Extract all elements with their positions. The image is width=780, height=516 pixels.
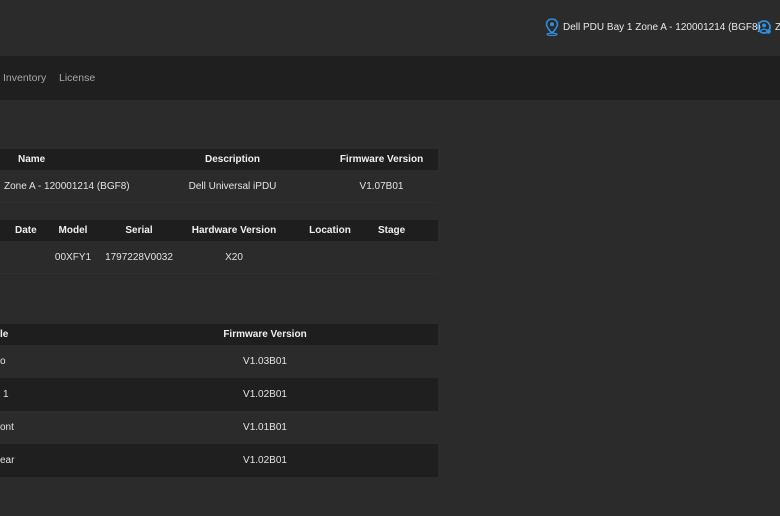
column-header-firmware-version[interactable]: Firmware Version	[325, 149, 438, 170]
module-name-cell: o	[0, 356, 6, 367]
user-settings-icon	[757, 20, 771, 34]
table-row[interactable]: 00XFY1 1797228V0032 X20	[0, 241, 438, 274]
stage-cell	[372, 241, 438, 274]
nav-item-license[interactable]: License	[59, 72, 95, 84]
table-row[interactable]: ear V1.02B01	[0, 444, 438, 477]
location-cell	[288, 241, 372, 274]
column-header-location[interactable]: Location	[288, 220, 372, 241]
column-header-hardware-version[interactable]: Hardware Version	[180, 220, 288, 241]
column-header-firmware-version[interactable]: Firmware Version	[200, 324, 330, 345]
column-header-spacer	[330, 324, 438, 345]
device-description-cell: Dell Universal iPDU	[140, 170, 325, 203]
nav-bar: Inventory License	[0, 56, 780, 100]
module-name-cell: ont	[0, 422, 14, 433]
column-header-module[interactable]: le	[0, 324, 200, 345]
serial-cell: 1797228V0032	[98, 241, 180, 274]
column-header-stage[interactable]: Stage	[372, 220, 438, 241]
device-firmware-cell: V1.07B01	[325, 170, 438, 203]
module-firmware-table: le Firmware Version o V1.03B01 1 V1.02B0…	[0, 324, 438, 477]
model-cell: 00XFY1	[48, 241, 98, 274]
column-header-description[interactable]: Description	[140, 149, 325, 170]
module-firmware-cell: V1.01B01	[243, 422, 287, 433]
nav-item-inventory[interactable]: Inventory	[3, 72, 46, 84]
spacer-cell	[330, 444, 438, 477]
spacer-cell	[330, 411, 438, 444]
date-cell	[0, 241, 48, 274]
location-pin-icon	[545, 18, 559, 36]
spacer-cell	[330, 378, 438, 411]
table-row[interactable]: ont V1.01B01	[0, 411, 438, 444]
user-initial: Z	[775, 21, 780, 33]
device-selector[interactable]: Dell PDU Bay 1 Zone A - 120001214 (BGF8)	[545, 17, 761, 37]
table-row[interactable]: o V1.03B01	[0, 345, 438, 378]
column-header-serial[interactable]: Serial	[98, 220, 180, 241]
column-header-model[interactable]: Model	[48, 220, 98, 241]
table-row[interactable]: Zone A - 120001214 (BGF8) Dell Universal…	[0, 170, 438, 203]
user-menu[interactable]: Z	[756, 17, 780, 37]
module-firmware-cell: V1.03B01	[243, 356, 287, 367]
device-table: Name Description Firmware Version Zone A…	[0, 149, 438, 203]
module-firmware-cell: V1.02B01	[200, 378, 330, 411]
module-name-cell: ear	[0, 444, 200, 477]
top-bar: Dell PDU Bay 1 Zone A - 120001214 (BGF8)…	[0, 0, 780, 56]
module-firmware-cell: V1.02B01	[200, 444, 330, 477]
table-row[interactable]: 1 V1.02B01	[0, 378, 438, 411]
device-name-cell: Zone A - 120001214 (BGF8)	[0, 170, 140, 203]
column-header-name[interactable]: Name	[0, 149, 140, 170]
module-name-cell: 1	[0, 378, 200, 411]
device-name: Dell PDU Bay 1 Zone A - 120001214 (BGF8)	[563, 21, 761, 33]
column-header-date[interactable]: Date	[0, 220, 48, 241]
spacer-cell	[330, 345, 438, 378]
hardware-table: Date Model Serial Hardware Version Locat…	[0, 220, 438, 274]
hardware-version-cell: X20	[180, 241, 288, 274]
